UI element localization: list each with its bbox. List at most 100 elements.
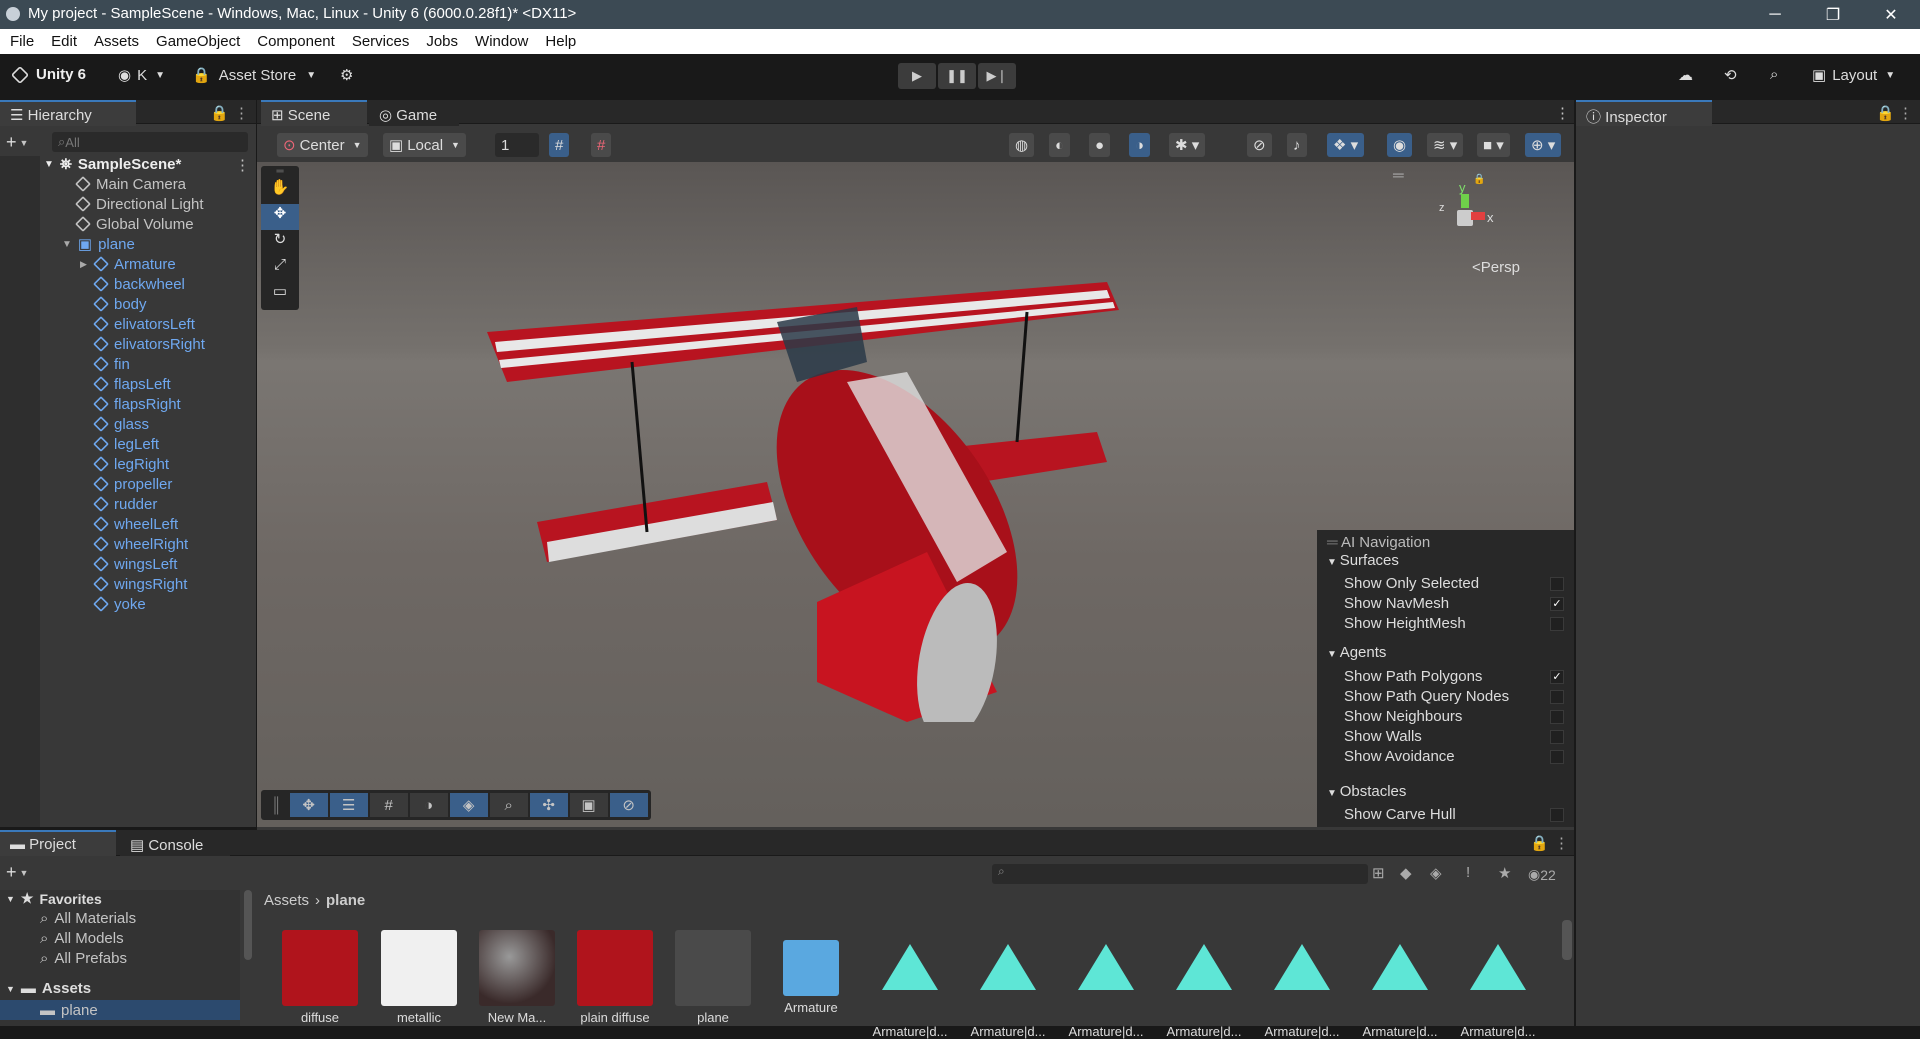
- layout-dropdown[interactable]: ▣ Layout ▼: [1812, 66, 1895, 85]
- nav-option-checkbox[interactable]: [1550, 617, 1564, 631]
- label-icon[interactable]: ◈: [1430, 864, 1442, 882]
- project-search-input[interactable]: ⌕: [992, 864, 1368, 884]
- asset-item[interactable]: Armature|d...: [870, 930, 950, 1039]
- expand-arrow-icon[interactable]: ▶: [80, 259, 87, 270]
- hand-tool-icon[interactable]: ✋: [261, 178, 299, 204]
- shaded-button[interactable]: ●: [1089, 133, 1111, 157]
- breadcrumb-root[interactable]: Assets: [264, 892, 309, 909]
- lighting-icon[interactable]: ◑: [409, 793, 448, 817]
- nav-option-checkbox[interactable]: ✓: [1550, 597, 1564, 611]
- space-dropdown[interactable]: ▣ Local ▼: [383, 133, 466, 157]
- hierarchy-item-legleft[interactable]: legLeft: [93, 434, 159, 454]
- scene-root-item[interactable]: ▼ ⛯ SampleScene*: [44, 154, 181, 174]
- debug-draw-button[interactable]: ✱ ▾: [1169, 133, 1206, 157]
- rotate-tool-icon[interactable]: ↻: [261, 230, 299, 256]
- menu-assets[interactable]: Assets: [84, 29, 146, 50]
- asset-item[interactable]: Armature|d...: [1164, 930, 1244, 1039]
- lighting-toggle[interactable]: ⊘: [1247, 133, 1272, 157]
- adjust-icon[interactable]: ☰: [329, 793, 368, 817]
- nav-option-checkbox[interactable]: [1550, 730, 1564, 744]
- scene-more-icon[interactable]: ⋮: [235, 156, 250, 174]
- pivot-dropdown[interactable]: ⊙ Center ▼: [277, 133, 368, 157]
- scene-visibility-toggle[interactable]: ◉: [1387, 133, 1413, 157]
- history-icon[interactable]: ⟲: [1724, 66, 1737, 84]
- tab-game[interactable]: ◎ Game: [369, 100, 459, 126]
- rect-tool-icon[interactable]: ▭: [261, 282, 299, 308]
- tab-hierarchy[interactable]: ☰ Hierarchy: [0, 100, 136, 126]
- play-button[interactable]: ▶: [898, 63, 936, 89]
- filter-type-icon[interactable]: ◆: [1400, 864, 1412, 882]
- menu-file[interactable]: File: [0, 29, 41, 50]
- asset-store-button[interactable]: 🔒 Asset Store ▼: [192, 66, 316, 85]
- lock-icon[interactable]: 🔒: [1530, 834, 1549, 852]
- asset-item[interactable]: Armature: [771, 930, 851, 1015]
- layers-dropdown[interactable]: ≋ ▾: [1427, 133, 1464, 157]
- hierarchy-item-propeller[interactable]: propeller: [93, 474, 172, 494]
- asset-item[interactable]: Armature|d...: [968, 930, 1048, 1039]
- asset-item[interactable]: plain diffuse: [575, 930, 655, 1025]
- hierarchy-item-rudder[interactable]: rudder: [93, 494, 157, 514]
- agents-section[interactable]: ▼ Agents: [1327, 644, 1386, 661]
- shaded-wireframe-button[interactable]: ◐: [1049, 133, 1071, 157]
- favorite-all-materials[interactable]: ⌕ All Materials: [40, 910, 136, 927]
- breadcrumb-current[interactable]: plane: [326, 892, 365, 909]
- favorite-all-models[interactable]: ⌕ All Models: [40, 930, 124, 947]
- wireframe-button[interactable]: ◍: [1009, 133, 1035, 157]
- favorite-all-prefabs[interactable]: ⌕ All Prefabs: [40, 950, 127, 967]
- pivot-icon[interactable]: ✣: [529, 793, 568, 817]
- drag-handle-icon[interactable]: ║: [271, 797, 282, 814]
- hierarchy-item-plane[interactable]: ▼ ▣ plane: [62, 234, 135, 254]
- more-icon[interactable]: ⋮: [234, 104, 249, 122]
- close-button[interactable]: ✕: [1862, 0, 1920, 29]
- cloud-icon[interactable]: ☁: [1678, 66, 1693, 84]
- tab-scene[interactable]: ⊞ Scene: [261, 100, 367, 126]
- nav-option-checkbox[interactable]: [1550, 710, 1564, 724]
- maximize-button[interactable]: ❐: [1804, 0, 1862, 29]
- hierarchy-item-legright[interactable]: legRight: [93, 454, 169, 474]
- hierarchy-item-elivatorsright[interactable]: elivatorsRight: [93, 334, 205, 354]
- hierarchy-item-directional-light[interactable]: Directional Light: [75, 194, 204, 214]
- hierarchy-item-wingsleft[interactable]: wingsLeft: [93, 554, 177, 574]
- asset-item[interactable]: Armature|d...: [1066, 930, 1146, 1039]
- hierarchy-item-elivatorsleft[interactable]: elivatorsLeft: [93, 314, 195, 334]
- nav-option-checkbox[interactable]: [1550, 690, 1564, 704]
- hierarchy-search-input[interactable]: ⌕ All: [52, 132, 248, 152]
- hierarchy-item-flapsleft[interactable]: flapsLeft: [93, 374, 171, 394]
- move-icon[interactable]: ✥: [289, 793, 328, 817]
- surfaces-section[interactable]: ▼ Surfaces: [1327, 552, 1399, 569]
- lock-icon[interactable]: 🔒: [1473, 174, 1485, 185]
- minimize-button[interactable]: ─: [1746, 0, 1804, 29]
- menu-edit[interactable]: Edit: [41, 29, 84, 50]
- search-icon[interactable]: ⌕: [1770, 66, 1778, 83]
- hierarchy-item-body[interactable]: body: [93, 294, 147, 314]
- orientation-gizmo[interactable]: y x z: [1427, 172, 1507, 242]
- drag-handle-icon[interactable]: ═: [261, 166, 299, 178]
- hierarchy-item-wheelleft[interactable]: wheelLeft: [93, 514, 178, 534]
- create-asset-button[interactable]: + ▼: [6, 862, 28, 883]
- asset-item[interactable]: diffuse: [280, 930, 360, 1025]
- persp-toggle[interactable]: < Persp: [1472, 259, 1520, 276]
- gizmos-dropdown[interactable]: ⊕ ▾: [1525, 133, 1562, 157]
- asset-item[interactable]: Armature|d...: [1458, 930, 1538, 1039]
- unity-version-button[interactable]: Unity 6: [10, 65, 86, 84]
- camera-icon[interactable]: ▣: [569, 793, 608, 817]
- create-button[interactable]: + ▼: [6, 132, 28, 153]
- scene-viewport[interactable]: ═ ✋ ✥ ↻ ⤢ ▭ y x z 🔒 ═ < Persp ║ ✥ ☰ # ◑ …: [257, 162, 1574, 827]
- lock-icon[interactable]: 🔒: [210, 104, 229, 122]
- more-icon[interactable]: ⋮: [1898, 104, 1913, 122]
- camera-dropdown[interactable]: ■ ▾: [1477, 133, 1510, 157]
- hierarchy-item-glass[interactable]: glass: [93, 414, 149, 434]
- grid-hatch-icon[interactable]: #: [369, 793, 408, 817]
- asset-item[interactable]: Armature|d...: [1360, 930, 1440, 1039]
- audio-toggle[interactable]: ♪: [1287, 133, 1307, 157]
- hierarchy-item-global-volume[interactable]: Global Volume: [75, 214, 194, 234]
- more-icon[interactable]: ⋮: [1554, 834, 1569, 852]
- menu-gameobject[interactable]: GameObject: [146, 29, 247, 50]
- account-button[interactable]: ◉ K ▼: [118, 66, 165, 85]
- asset-item[interactable]: Armature|d...: [1262, 930, 1342, 1039]
- nav-option-checkbox[interactable]: [1550, 750, 1564, 764]
- drag-handle-icon[interactable]: ═: [1393, 167, 1404, 184]
- obstacles-section[interactable]: ▼ Obstacles: [1327, 783, 1406, 800]
- compass-icon[interactable]: ⊘: [609, 793, 648, 817]
- grid-snap-button[interactable]: #: [549, 133, 570, 157]
